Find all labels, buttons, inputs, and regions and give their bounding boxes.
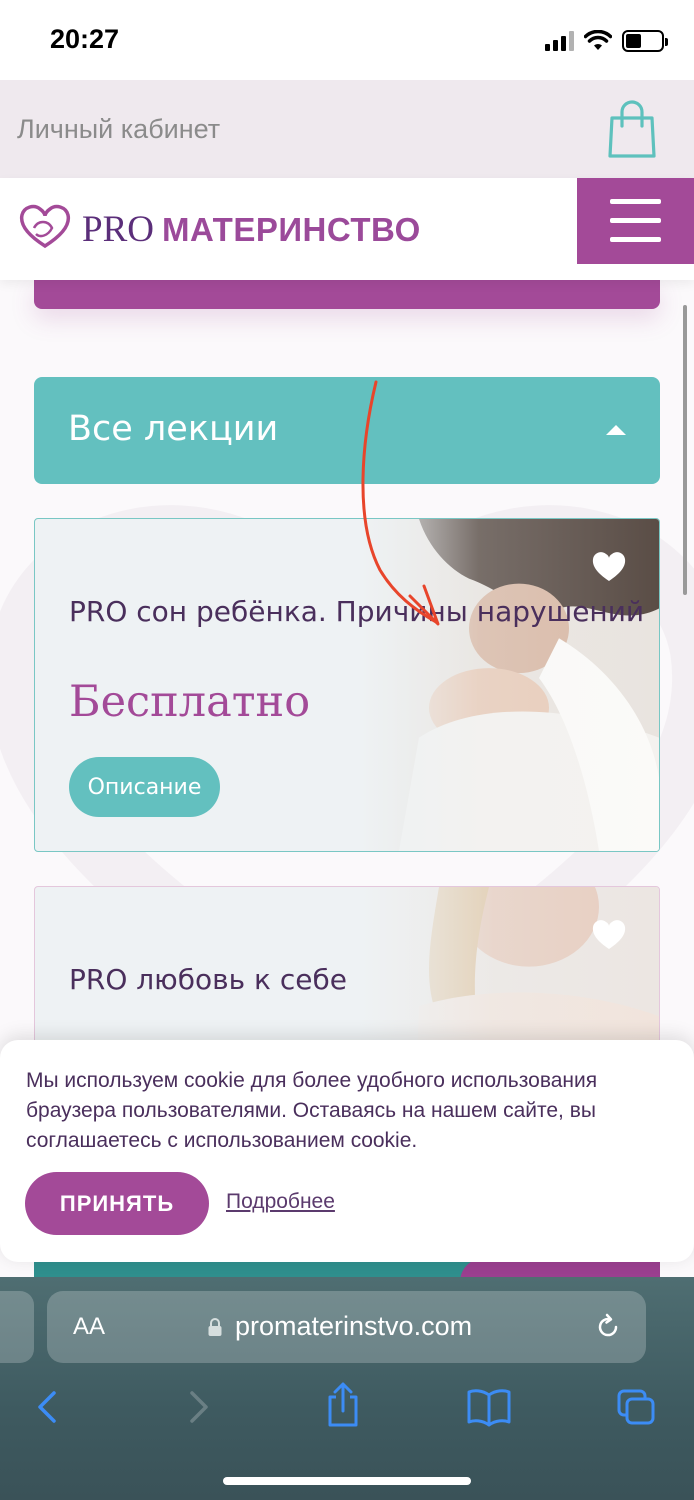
url-text: promaterinstvo.com — [235, 1311, 473, 1341]
site-header: PRO МАТЕРИНСТВО — [0, 178, 694, 280]
caret-up-icon — [606, 425, 626, 435]
more-info-link[interactable]: Подробнее — [226, 1190, 335, 1214]
logo-text[interactable]: PRO МАТЕРИНСТВО — [82, 208, 421, 251]
favorite-heart-icon[interactable] — [591, 549, 627, 583]
tabs-icon[interactable] — [615, 1387, 657, 1427]
share-icon[interactable] — [322, 1381, 364, 1429]
cookie-banner: Мы используем cookie для более удобного … — [0, 1040, 694, 1262]
address-bar[interactable]: AA promaterinstvo.com — [47, 1291, 646, 1363]
card-title: PRO любовь к себе — [69, 963, 347, 996]
text-size-button[interactable]: AA — [73, 1313, 105, 1341]
back-icon[interactable] — [28, 1387, 70, 1427]
battery-icon — [622, 30, 668, 52]
home-indicator — [223, 1477, 471, 1485]
status-bar: 20:27 — [0, 0, 694, 80]
browser-toolbar: AA promaterinstvo.com — [0, 1277, 694, 1500]
wifi-icon — [584, 30, 612, 50]
account-bar: Личный кабинет — [0, 80, 694, 178]
shopping-bag-icon[interactable] — [608, 100, 656, 158]
all-lectures-label: Все лекции — [68, 409, 279, 449]
cookie-text: Мы используем cookie для более удобного … — [26, 1069, 598, 1152]
forward-icon[interactable] — [176, 1387, 218, 1427]
previous-tab-stub[interactable] — [0, 1291, 34, 1363]
menu-button[interactable] — [577, 178, 694, 264]
bookmarks-icon[interactable] — [466, 1387, 512, 1427]
logo-heart-icon[interactable] — [18, 202, 72, 250]
logo-pro: PRO — [82, 209, 154, 250]
status-time: 20:27 — [50, 24, 120, 54]
logo-word: МАТЕРИНСТВО — [161, 211, 421, 248]
favorite-heart-icon[interactable] — [591, 917, 627, 951]
card-price: Бесплатно — [69, 677, 311, 727]
status-icons — [545, 30, 668, 52]
lock-icon — [208, 1318, 222, 1336]
description-button[interactable]: Описание — [69, 757, 220, 817]
scrollbar[interactable] — [683, 305, 687, 595]
reload-icon[interactable] — [594, 1313, 622, 1341]
text-size-label: AA — [73, 1313, 106, 1340]
signal-icon — [545, 31, 574, 51]
account-link[interactable]: Личный кабинет — [17, 114, 220, 145]
accept-cookie-button[interactable]: ПРИНЯТЬ — [25, 1172, 209, 1235]
annotation-arrow — [361, 380, 440, 626]
purple-banner-bottom — [34, 280, 660, 309]
menu-icon — [610, 199, 661, 204]
